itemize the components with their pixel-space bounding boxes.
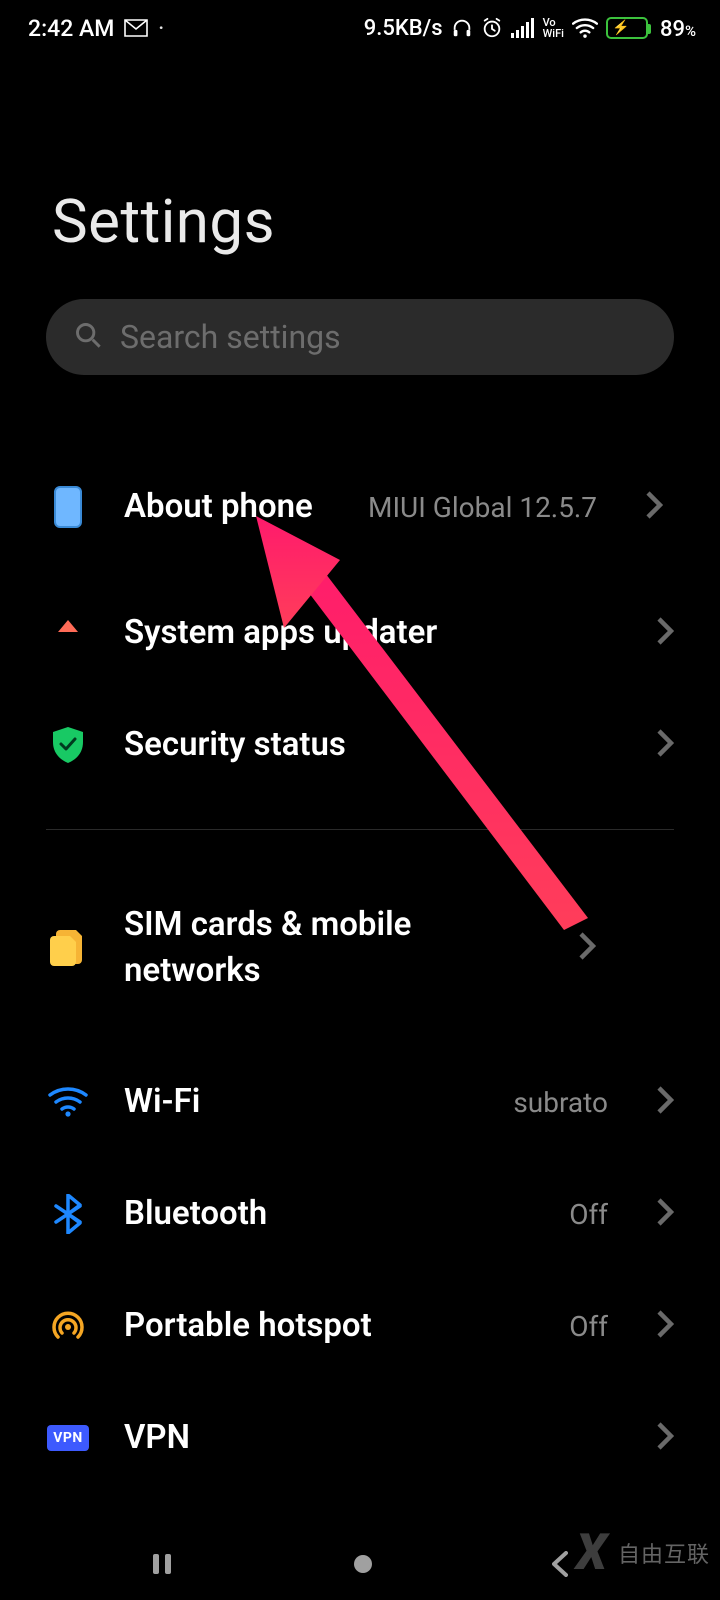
settings-item-vpn[interactable]: VPN VPN <box>0 1382 720 1494</box>
status-left: 2:42 AM · <box>28 15 164 42</box>
status-time: 2:42 AM <box>28 15 114 42</box>
item-label: System apps updater <box>124 610 622 656</box>
search-input[interactable]: Search settings <box>46 299 674 375</box>
nav-home-button[interactable] <box>351 1552 375 1580</box>
item-label: Portable hotspot <box>124 1303 535 1349</box>
status-separator-dot: · <box>158 18 164 38</box>
item-label: Security status <box>124 722 622 768</box>
item-label: Wi-Fi <box>124 1079 479 1125</box>
settings-list: About phone MIUI Global 12.5.7 System ap… <box>0 375 720 1494</box>
update-arrow-icon <box>46 616 90 650</box>
status-bar: 2:42 AM · 9.5KB/s VoWiFi ⚡ 89% <box>0 0 720 56</box>
chevron-right-icon <box>645 490 663 524</box>
chevron-right-icon <box>656 616 674 650</box>
battery-icon: ⚡ <box>606 17 648 39</box>
section-divider <box>46 829 674 830</box>
phone-icon <box>46 486 90 528</box>
vpn-icon: VPN <box>46 1425 90 1451</box>
alarm-icon <box>481 17 503 39</box>
battery-percent-value: 89 <box>660 17 685 42</box>
signal-icon <box>511 18 535 38</box>
sim-card-icon <box>46 928 90 968</box>
network-speed: 9.5KB/s <box>364 16 443 41</box>
headphones-icon <box>451 17 473 39</box>
watermark-logo: X <box>576 1524 608 1582</box>
settings-item-bluetooth[interactable]: Bluetooth Off <box>0 1158 720 1270</box>
settings-item-system-apps-updater[interactable]: System apps updater <box>0 577 720 689</box>
battery-percent: 89% <box>656 15 696 42</box>
item-label: SIM cards & mobile networks <box>124 902 544 994</box>
gmail-icon <box>124 19 148 37</box>
settings-item-about-phone[interactable]: About phone MIUI Global 12.5.7 <box>0 437 720 577</box>
item-value: Off <box>569 1310 608 1343</box>
wifi-icon <box>572 18 598 38</box>
wifi-icon <box>46 1087 90 1117</box>
shield-icon <box>46 726 90 764</box>
item-label: Bluetooth <box>124 1191 535 1237</box>
chevron-right-icon <box>656 1309 674 1343</box>
nav-back-button[interactable] <box>550 1550 572 1582</box>
watermark-text: 自由互联 <box>618 1537 710 1569</box>
watermark: X 自由互联 <box>576 1524 710 1582</box>
chevron-right-icon <box>656 1197 674 1231</box>
item-value: MIUI Global 12.5.7 <box>368 491 597 524</box>
chevron-right-icon <box>656 728 674 762</box>
bluetooth-icon <box>46 1194 90 1234</box>
item-label: About phone <box>124 484 334 530</box>
search-placeholder: Search settings <box>120 318 341 356</box>
nav-recent-button[interactable] <box>148 1550 176 1582</box>
page-title: Settings <box>0 56 720 299</box>
settings-item-sim-cards[interactable]: SIM cards & mobile networks <box>0 878 720 1018</box>
search-icon <box>74 321 102 353</box>
status-right: 9.5KB/s VoWiFi ⚡ 89% <box>364 15 696 42</box>
chevron-right-icon <box>578 931 596 965</box>
settings-item-security-status[interactable]: Security status <box>0 689 720 801</box>
hotspot-icon <box>46 1309 90 1343</box>
item-value: Off <box>569 1198 608 1231</box>
settings-item-portable-hotspot[interactable]: Portable hotspot Off <box>0 1270 720 1382</box>
chevron-right-icon <box>656 1421 674 1455</box>
vowifi-indicator: VoWiFi <box>543 17 564 39</box>
chevron-right-icon <box>656 1085 674 1119</box>
item-value: subrato <box>513 1086 608 1119</box>
settings-item-wifi[interactable]: Wi-Fi subrato <box>0 1046 720 1158</box>
item-label: VPN <box>124 1415 622 1461</box>
battery-percent-symbol: % <box>685 22 696 40</box>
